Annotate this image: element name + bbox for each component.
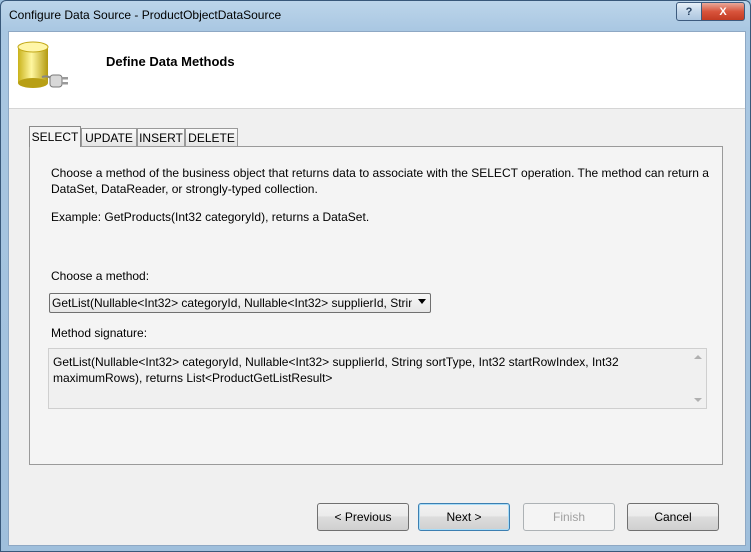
tab-insert-label: INSERT <box>139 130 183 145</box>
method-signature-text: GetList(Nullable<Int32> categoryId, Null… <box>53 355 619 385</box>
page-title: Define Data Methods <box>106 54 235 69</box>
cancel-button-label: Cancel <box>654 510 692 524</box>
method-dropdown[interactable]: GetList(Nullable<Int32> categoryId, Null… <box>49 293 431 313</box>
previous-button-label: < Previous <box>334 510 392 524</box>
method-dropdown-value: GetList(Nullable<Int32> categoryId, Null… <box>52 296 412 310</box>
tab-update[interactable]: UPDATE <box>81 128 137 146</box>
dialog-window: Configure Data Source - ProductObjectDat… <box>0 0 751 552</box>
tab-delete-label: DELETE <box>188 130 235 145</box>
select-tab-panel: Choose a method of the business object t… <box>29 146 723 465</box>
next-button[interactable]: Next > <box>418 503 510 531</box>
tab-insert[interactable]: INSERT <box>137 128 185 146</box>
method-description: Choose a method of the business object t… <box>51 166 709 196</box>
tab-delete[interactable]: DELETE <box>185 128 238 146</box>
cancel-button[interactable]: Cancel <box>627 503 719 531</box>
example-text: Example: GetProducts(Int32 categoryId), … <box>51 210 370 224</box>
tab-update-label: UPDATE <box>85 130 133 145</box>
scroll-up-icon[interactable] <box>694 355 702 359</box>
method-signature-box[interactable]: GetList(Nullable<Int32> categoryId, Null… <box>48 348 707 409</box>
next-button-label: Next > <box>446 510 482 524</box>
close-icon: X <box>719 5 727 18</box>
help-icon: ? <box>685 5 693 18</box>
previous-button[interactable]: < Previous <box>317 503 409 531</box>
finish-button: Finish <box>523 503 615 531</box>
help-button[interactable]: ? <box>676 2 702 21</box>
scroll-down-icon[interactable] <box>694 398 702 402</box>
database-plug-icon <box>17 41 68 88</box>
tab-select-label: SELECT <box>31 130 79 144</box>
chevron-down-icon[interactable] <box>418 299 426 304</box>
wizard-header: Define Data Methods <box>9 32 745 109</box>
close-button[interactable]: X <box>701 2 745 21</box>
method-signature-label: Method signature: <box>51 326 148 340</box>
dialog-client-area: Define Data Methods SELECT UPDATE INSERT… <box>8 31 746 546</box>
choose-method-label: Choose a method: <box>51 269 150 283</box>
finish-button-label: Finish <box>552 510 585 524</box>
signature-scrollbar[interactable] <box>690 349 706 408</box>
window-title: Configure Data Source - ProductObjectDat… <box>9 8 282 22</box>
tab-select[interactable]: SELECT <box>29 126 81 147</box>
title-bar[interactable]: Configure Data Source - ProductObjectDat… <box>1 1 750 31</box>
